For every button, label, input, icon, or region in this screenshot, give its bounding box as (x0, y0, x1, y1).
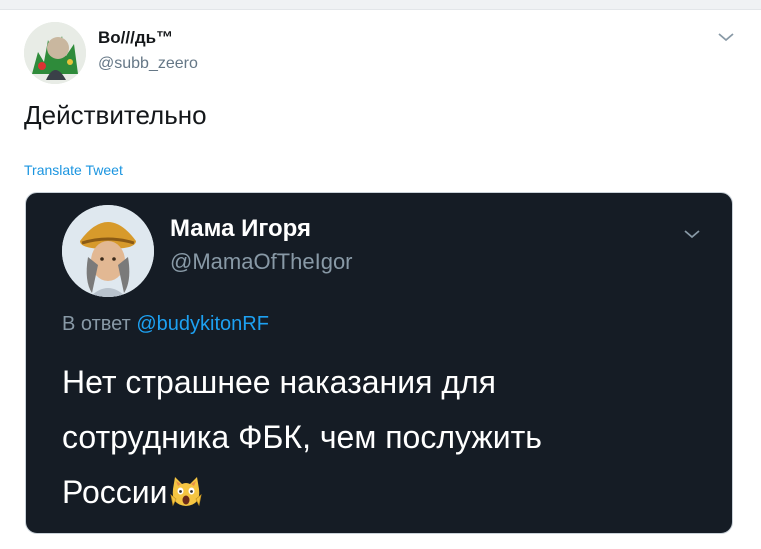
quoted-tweet-card[interactable]: Мама Игоря @MamaOfTheIgor В ответ @budyk… (25, 192, 733, 534)
reply-prefix: В ответ (62, 313, 131, 335)
quoted-author-avatar[interactable] (62, 205, 154, 297)
quoted-text-line-last: России (62, 465, 702, 520)
author-handle[interactable]: @subb_zeero (98, 55, 198, 73)
chevron-down-icon[interactable] (682, 227, 702, 241)
quoted-text-line: сотрудника ФБК, чем послужить (62, 419, 542, 455)
translate-tweet-link[interactable]: Translate Tweet (24, 162, 123, 178)
scream-cat-emoji-icon (170, 477, 203, 507)
quoted-text-line: России (62, 474, 168, 510)
author-name[interactable]: Во///дь™ (98, 28, 173, 48)
quoted-author-handle[interactable]: @MamaOfTheIgor (170, 249, 353, 275)
quoted-author-name[interactable]: Мама Игоря (170, 215, 311, 243)
quoted-text-line: Нет страшнее наказания для (62, 364, 496, 400)
author-avatar[interactable] (24, 22, 86, 84)
chevron-down-icon[interactable] (716, 30, 736, 44)
reply-mention-link[interactable]: @budykitonRF (136, 313, 269, 335)
tweet-text: Действительно (24, 100, 207, 130)
quoted-tweet-text: Нет страшнее наказания для сотрудника ФБ… (62, 355, 702, 520)
reply-context: В ответ @budykitonRF (62, 313, 269, 336)
top-divider (0, 0, 761, 10)
